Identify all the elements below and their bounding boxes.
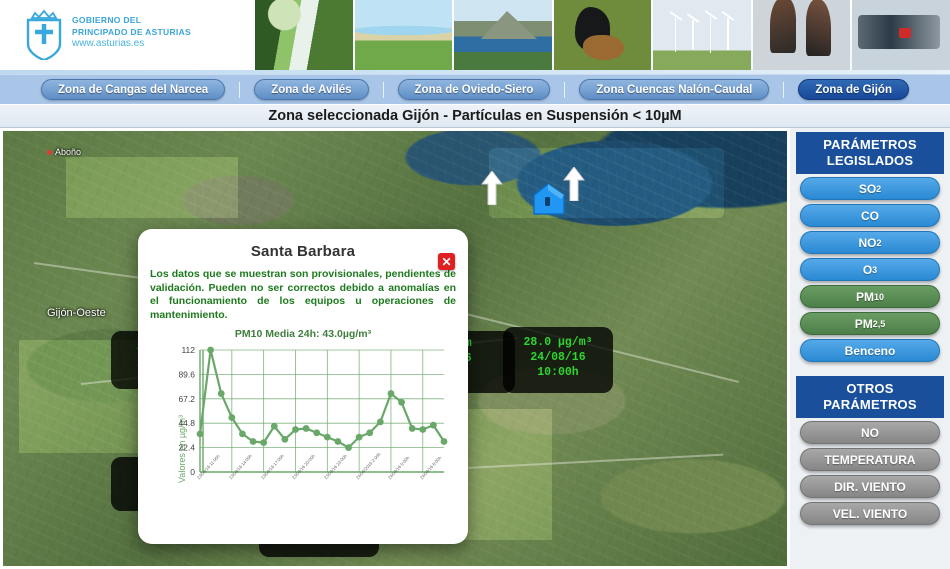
param-subscript: 10 [873, 291, 884, 302]
param-subscript: 3 [872, 264, 878, 275]
svg-text:44.8: 44.8 [178, 418, 195, 428]
marker-time: 10:00h [537, 366, 579, 379]
tab-separator [564, 81, 566, 98]
station-info-popup: ✕ Santa Barbara Los datos que se muestra… [138, 229, 468, 544]
wind-direction-arrow-icon [481, 171, 503, 205]
marker-date: 24/08/16 [530, 351, 586, 364]
param-subscript: 2,5 [872, 318, 886, 329]
pm10-chart: PM10 Media 24h: 43.0µg/m³ Valores en µg/… [150, 328, 456, 536]
traffic-photo [852, 0, 950, 70]
asturias-coat-of-arms-icon [26, 9, 62, 60]
tab-zona-cuencas-nal-n-caudal[interactable]: Zona Cuencas Nalón-Caudal [579, 79, 770, 100]
svg-text:0: 0 [190, 467, 195, 477]
svg-text:22.4: 22.4 [178, 443, 195, 453]
tab-zona-de-oviedo-siero[interactable]: Zona de Oviedo-Siero [397, 79, 551, 100]
param-button-so2[interactable]: SO 2 [800, 177, 940, 200]
legislated-parameters-list: SO 2 CO NO 2 O 3 PM 10 PM 2,5 Benceno [796, 177, 944, 362]
org-url[interactable]: www.asturias.es [72, 38, 191, 50]
org-line-2: PRINCIPADO DE ASTURIAS [72, 27, 191, 37]
map-marker-dot [47, 150, 52, 156]
mountain-lake-photo [454, 0, 552, 70]
param-label: NO [861, 425, 879, 440]
param-button-vel-viento[interactable]: VEL. VIENTO [800, 502, 940, 525]
param-button-no2[interactable]: NO 2 [800, 231, 940, 254]
param-label: O [862, 262, 873, 277]
wind-direction-arrow-icon [563, 167, 585, 201]
banner-photo-strip [255, 0, 950, 70]
industrial-area [65, 157, 239, 218]
popup-title: Santa Barbara [250, 243, 356, 260]
param-button-benceno[interactable]: Benceno [800, 339, 940, 362]
param-subscript: 2 [876, 183, 882, 194]
waterfall-photo [255, 0, 353, 70]
map-view[interactable]: Aboño Gijón-Oeste 43 24 2 2 g/m /16 [0, 128, 790, 569]
tab-separator [382, 81, 384, 98]
marker-value: 28.0 µg/m³ [523, 336, 593, 349]
param-label: TEMPERATURA [824, 452, 916, 467]
main-content: Aboño Gijón-Oeste 43 24 2 2 g/m /16 [0, 128, 950, 569]
map-label-abono: Aboño [47, 147, 81, 157]
parameters-sidebar: PARÁMETROS LEGISLADOS SO 2 CO NO 2 O 3 PM 10 PM 2,… [790, 128, 950, 569]
coast-beach-photo [354, 0, 453, 70]
param-label: DIR. VIENTO [834, 479, 906, 494]
param-button-o3[interactable]: O3 [800, 258, 940, 281]
chart-title: PM10 Media 24h: 43.0µg/m³ [234, 328, 372, 340]
page-title: Zona seleccionada Gijón - Partículas en … [0, 104, 950, 128]
logo-cell: GOBIERNO DEL PRINCIPADO DE ASTURIAS www.… [0, 0, 255, 70]
tab-separator [239, 81, 241, 98]
org-line-1: GOBIERNO DEL [72, 15, 142, 25]
param-label: VEL. VIENTO [832, 506, 908, 521]
tab-zona-de-cangas-del-narcea[interactable]: Zona de Cangas del Narcea [41, 79, 226, 100]
param-label: PM [854, 316, 873, 331]
top-banner: GOBIERNO DEL PRINCIPADO DE ASTURIAS www.… [0, 0, 950, 70]
param-label: SO [858, 181, 877, 196]
param-button-temperatura[interactable]: TEMPERATURA [800, 448, 940, 471]
zone-tabbar: Zona de Cangas del Narcea Zona de Avilés Z… [0, 74, 950, 104]
smokestacks-photo [752, 0, 851, 70]
param-button-dir-viento[interactable]: DIR. VIENTO [800, 475, 940, 498]
param-label: CO [861, 208, 879, 223]
other-parameters-list: NO TEMPERATURA DIR. VIENTO VEL. VIENTO [796, 421, 944, 525]
station-marker-right[interactable]: 28.0 µg/m³ 24/08/16 10:00h [503, 327, 613, 393]
param-button-co[interactable]: CO [800, 204, 940, 227]
org-name: GOBIERNO DEL PRINCIPADO DE ASTURIAS www.… [72, 14, 191, 50]
param-button-pm25[interactable]: PM 2,5 [800, 312, 940, 335]
other-parameters-header: OTROS PARÁMETROS [796, 376, 944, 418]
param-button-pm10[interactable]: PM 10 [800, 285, 940, 308]
tab-separator [783, 81, 785, 98]
capercaillie-bird-photo [553, 0, 652, 70]
param-label: Benceno [844, 343, 896, 358]
monitoring-station-pin-icon[interactable] [531, 183, 565, 215]
port-area [489, 148, 725, 218]
tab-zona-de-gij-n[interactable]: Zona de Gijón [798, 79, 909, 100]
map-label-gijon-oeste: Gijón-Oeste [47, 307, 106, 319]
svg-text:67.2: 67.2 [178, 394, 195, 404]
tab-zona-de-avil-s[interactable]: Zona de Avilés [254, 79, 369, 100]
wind-turbines-photo [653, 0, 751, 70]
param-label: PM [855, 289, 874, 304]
svg-text:112: 112 [181, 345, 195, 355]
close-icon[interactable]: ✕ [438, 253, 455, 270]
param-subscript: 2 [876, 237, 882, 248]
popup-warning-text: Los datos que se muestran son provisiona… [150, 268, 456, 321]
svg-text:89.6: 89.6 [178, 369, 195, 379]
param-button-no[interactable]: NO [800, 421, 940, 444]
param-label: NO [858, 235, 877, 250]
legislated-parameters-header: PARÁMETROS LEGISLADOS [796, 132, 944, 174]
